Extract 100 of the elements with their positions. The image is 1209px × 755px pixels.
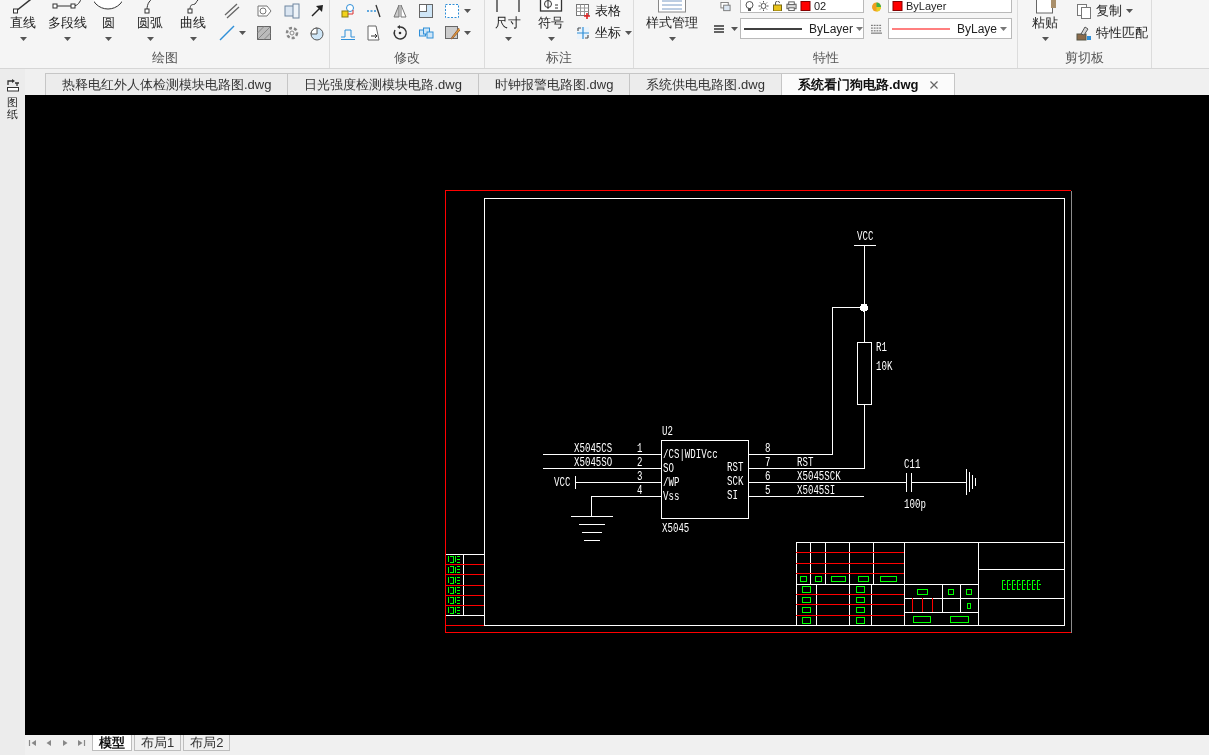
pin-name: SI — [727, 488, 738, 503]
drawing-canvas[interactable]: VCC R1 10K U2 X5045CS 1 /CS|WDIVcc 8 X5045SO 2 SO RST 7 RST C11 VCC 3 /WP SCK 6 X5045SCK 4 Vss SI 5 X5045SI 100p X5045 — [25, 95, 1209, 735]
pie-circle-icon[interactable] — [309, 25, 325, 41]
objects-icon[interactable] — [340, 3, 356, 19]
bulb-icon — [744, 1, 755, 11]
resistor-symbol — [856, 342, 873, 405]
previous-icon[interactable] — [44, 738, 54, 748]
ribbon-button[interactable]: 圆 — [88, 0, 128, 41]
panel-title: 标注 — [546, 49, 572, 67]
layer-icon[interactable] — [719, 1, 731, 12]
color-swatch-icon — [892, 1, 903, 11]
caret-icon — [1041, 37, 1049, 41]
ribbon-button[interactable]: 符号 — [531, 0, 571, 41]
side-palette-tab[interactable]: 图纸 — [7, 96, 18, 121]
dimension-icon — [494, 0, 522, 14]
color-wheel-icon[interactable] — [870, 1, 882, 12]
ribbon-button[interactable]: 特性匹配 — [1076, 25, 1148, 41]
net-label: X5045CS — [574, 441, 613, 456]
lock-icon — [772, 1, 783, 11]
first-page-icon[interactable] — [28, 738, 38, 748]
gear-icon[interactable] — [283, 25, 300, 41]
capacitor-symbol — [906, 472, 912, 493]
caret-icon — [146, 37, 154, 41]
trim-icon[interactable] — [366, 3, 382, 19]
square-icon[interactable] — [418, 3, 434, 19]
caret-icon[interactable] — [464, 9, 471, 13]
document-tab[interactable]: 日光强度检测模块电路.dwg — [287, 73, 479, 95]
pencil-hatch-icon[interactable] — [444, 25, 460, 41]
lines-icon[interactable] — [712, 23, 725, 34]
dashed-square-icon[interactable] — [444, 3, 460, 19]
panel-title: 修改 — [394, 49, 420, 67]
last-page-icon[interactable] — [76, 738, 86, 748]
construction-line-icon[interactable] — [218, 25, 235, 41]
pin-name: SO — [663, 461, 674, 476]
caret-icon — [104, 37, 112, 41]
pin-number: 8 — [765, 441, 771, 456]
junction-dot — [860, 303, 868, 312]
caret-icon — [547, 37, 555, 41]
component-value: 10K — [876, 359, 893, 374]
ribbon-button[interactable]: 尺寸 — [485, 0, 531, 41]
document-tab[interactable]: 系统供电电路图.dwg — [629, 73, 782, 95]
caret-icon — [1000, 26, 1008, 31]
crosshair-icon — [577, 27, 589, 39]
caret-icon — [189, 37, 197, 41]
rotate-icon[interactable] — [392, 25, 408, 41]
brush-icon — [1076, 25, 1092, 41]
panel-title: 剪切板 — [1065, 49, 1104, 67]
pin-name: SCK — [727, 474, 744, 489]
cubes-icon[interactable] — [418, 25, 434, 41]
net-label: X5045SCK — [797, 469, 841, 484]
ribbon-button[interactable]: 多段线 — [46, 0, 88, 41]
palette-icon[interactable] — [5, 78, 20, 92]
ribbon-button[interactable]: 圆弧 — [128, 0, 172, 41]
component-reference: C11 — [904, 457, 921, 472]
layout-tab[interactable]: 模型 — [92, 735, 132, 751]
lineweight-icon[interactable] — [870, 23, 882, 34]
ribbon-button[interactable]: 样式管理 — [634, 0, 710, 41]
ribbon-button[interactable]: 曲线 — [172, 0, 214, 41]
pin-name: /WP — [663, 475, 680, 490]
linetype-dropdown[interactable]: ByLayer — [740, 18, 864, 39]
pin-name: RST — [727, 460, 744, 475]
caret-icon — [19, 37, 27, 41]
layer-dropdown[interactable]: 02 — [740, 0, 864, 13]
caret-icon[interactable] — [730, 26, 738, 31]
close-icon[interactable] — [930, 80, 939, 89]
sun-icon — [758, 1, 769, 11]
panel-title: 特性 — [812, 49, 839, 67]
pin-number: 3 — [637, 469, 643, 484]
wire — [910, 481, 967, 483]
page-arrow-icon[interactable] — [366, 25, 382, 41]
next-icon[interactable] — [60, 738, 70, 748]
ribbon-button[interactable]: 表格 — [575, 3, 621, 19]
color-swatch-icon — [800, 1, 811, 11]
shape-outline-icon[interactable] — [256, 3, 272, 19]
component-reference: U2 — [662, 424, 673, 439]
ribbon-button[interactable]: 坐标 — [575, 25, 632, 41]
lineweight-dropdown[interactable]: ByLaye — [888, 18, 1012, 39]
document-tab[interactable]: 系统看门狗电路.dwg — [780, 73, 956, 95]
caret-icon[interactable] — [464, 31, 471, 35]
pin-number: 5 — [765, 483, 771, 498]
layout-tab[interactable]: 布局1 — [134, 735, 182, 751]
net-label: X5045SI — [797, 483, 836, 498]
parallel-lines-icon[interactable] — [224, 3, 240, 19]
caret-icon — [668, 37, 676, 41]
net-label: X5045SO — [574, 455, 613, 470]
component-value: 100p — [904, 497, 926, 512]
pin-number: 2 — [637, 455, 643, 470]
layout-tab[interactable]: 布局2 — [183, 735, 231, 751]
ribbon-button[interactable]: 复制 — [1076, 3, 1133, 19]
hatch-icon[interactable] — [256, 25, 272, 41]
document-tab[interactable]: 时钟报警电路图.dwg — [477, 73, 631, 95]
arrow-icon[interactable] — [309, 3, 325, 19]
mirror-icon[interactable] — [392, 3, 408, 19]
caret-icon[interactable] — [238, 31, 246, 35]
panel-title: 绘图 — [151, 49, 178, 67]
color-dropdown[interactable]: ByLayer — [888, 0, 1012, 13]
ribbon-button[interactable]: 直线 — [0, 0, 46, 41]
pin-number: 4 — [637, 483, 643, 498]
ribbon-button[interactable]: 粘贴 — [1018, 0, 1072, 41]
document-tab[interactable]: 热释电红外人体检测模块电路图.dwg — [45, 73, 289, 95]
